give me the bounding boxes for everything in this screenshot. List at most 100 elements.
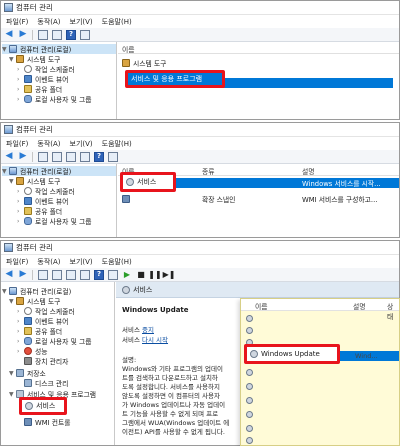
tree-item-shared-folders[interactable]: › 공유 폴더 (17, 206, 62, 216)
expand-icon[interactable]: › (17, 348, 24, 355)
callout-services[interactable]: 서비스 (120, 172, 176, 192)
expand-icon[interactable]: › (17, 198, 24, 205)
show-action-pane-icon[interactable] (108, 151, 118, 162)
tree-item-task-scheduler[interactable]: › 작업 스케줄러 (17, 64, 75, 74)
expand-icon[interactable]: › (17, 318, 24, 325)
tree-item-device-manager[interactable]: 장치 관리자 (24, 356, 68, 366)
back-arrow-icon[interactable]: ◀ (4, 30, 14, 40)
expand-icon[interactable]: › (17, 96, 24, 103)
forward-arrow-icon[interactable]: ▶ (18, 270, 28, 280)
column-description-header[interactable]: 설명 (302, 166, 315, 176)
expand-icon[interactable]: › (17, 218, 24, 225)
show-action-pane-icon[interactable] (80, 29, 90, 40)
stop-service-icon[interactable]: ■ (136, 270, 146, 280)
menu-help[interactable]: 도움말(H) (102, 17, 132, 27)
export-list-icon[interactable] (80, 269, 90, 280)
tree-item-system-tools[interactable]: ▼ 시스템 도구 (9, 176, 60, 186)
tree-item-local-users[interactable]: › 로컬 사용자 및 그룹 (17, 94, 92, 104)
tree-item-task-scheduler[interactable]: › 작업 스케줄러 (17, 186, 75, 196)
tree-item-event-viewer[interactable]: › 이벤트 뷰어 (17, 74, 68, 84)
service-gear-icon[interactable] (246, 411, 253, 418)
collapse-icon[interactable]: ▼ (9, 298, 16, 305)
collapse-icon[interactable]: ▼ (2, 288, 9, 295)
tree-item-event-viewer[interactable]: › 이벤트 뷰어 (17, 316, 68, 326)
tree-item-shared-folders[interactable]: › 공유 폴더 (17, 326, 62, 336)
export-list-icon[interactable] (52, 29, 62, 40)
start-service-icon[interactable]: ▶ (122, 270, 132, 280)
tree-item-root[interactable]: ▼ 컴퓨터 관리(로컬) (2, 44, 116, 54)
collapse-icon[interactable]: ▼ (9, 178, 16, 185)
back-arrow-icon[interactable]: ◀ (4, 152, 14, 162)
forward-arrow-icon[interactable]: ▶ (18, 152, 28, 162)
menu-action[interactable]: 동작(A) (37, 257, 60, 267)
menu-file[interactable]: 파일(F) (6, 139, 28, 149)
menu-action[interactable]: 동작(A) (37, 17, 60, 27)
collapse-icon[interactable]: ▼ (9, 391, 16, 398)
expand-icon[interactable]: › (17, 208, 24, 215)
menu-action[interactable]: 동작(A) (37, 139, 60, 149)
console-tree-icon[interactable] (52, 151, 62, 162)
up-one-level-icon[interactable] (38, 151, 48, 162)
collapse-icon[interactable]: ▼ (2, 168, 9, 175)
console-tree-icon[interactable] (52, 269, 62, 280)
tree-item-root[interactable]: ▼ 컴퓨터 관리(로컬) (2, 166, 116, 176)
tree-item-local-users[interactable]: › 로컬 사용자 및 그룹 (17, 336, 92, 346)
back-arrow-icon[interactable]: ◀ (4, 270, 14, 280)
collapse-icon[interactable]: ▼ (9, 56, 16, 63)
expand-icon[interactable]: › (17, 86, 24, 93)
list-item-system-tools[interactable]: 시스템 도구 (122, 58, 166, 68)
forward-arrow-icon[interactable]: ▶ (18, 30, 28, 40)
column-type-header[interactable]: 종류 (202, 166, 215, 176)
menu-view[interactable]: 보기(V) (70, 139, 93, 149)
service-gear-icon[interactable] (246, 397, 253, 404)
column-status-header[interactable]: 상태 (387, 301, 399, 321)
help-icon[interactable]: ? (66, 29, 76, 40)
expand-icon[interactable]: › (17, 328, 24, 335)
pause-service-icon[interactable]: ❚❚ (148, 270, 161, 280)
expand-icon[interactable]: › (17, 188, 24, 195)
restart-service-link[interactable]: 다시 시작 (142, 336, 168, 344)
tree-item-system-tools[interactable]: ▼ 시스템 도구 (9, 296, 60, 306)
collapse-icon[interactable]: ▼ (2, 46, 9, 53)
tree-item-task-scheduler[interactable]: › 작업 스케줄러 (17, 306, 75, 316)
stop-service-link[interactable]: 중지 (142, 326, 154, 334)
tree-item-event-viewer[interactable]: › 이벤트 뷰어 (17, 196, 68, 206)
expand-icon[interactable]: › (17, 338, 24, 345)
column-name-header[interactable]: 이름 (255, 301, 268, 311)
tree-item-local-users[interactable]: › 로컬 사용자 및 그룹 (17, 216, 92, 226)
menu-view[interactable]: 보기(V) (70, 17, 93, 27)
menu-file[interactable]: 파일(F) (6, 257, 28, 267)
service-gear-icon[interactable] (246, 315, 253, 322)
tree-item-performance[interactable]: › 성능 (17, 346, 48, 356)
up-one-level-icon[interactable] (38, 269, 48, 280)
column-description-header[interactable]: 설명 (353, 301, 366, 311)
service-gear-icon[interactable] (246, 327, 253, 334)
service-gear-icon[interactable] (246, 437, 253, 444)
menu-view[interactable]: 보기(V) (70, 257, 93, 267)
expand-icon[interactable]: › (17, 76, 24, 83)
expand-icon[interactable]: › (17, 66, 24, 73)
console-tree-icon[interactable] (38, 29, 48, 40)
collapse-icon[interactable]: ▼ (9, 370, 16, 377)
tree-item-storage[interactable]: ▼ 저장소 (9, 368, 46, 378)
menu-file[interactable]: 파일(F) (6, 17, 28, 27)
restart-service-icon[interactable]: ▶❚ (163, 270, 176, 280)
expand-icon[interactable]: › (17, 308, 24, 315)
refresh-icon[interactable] (66, 269, 76, 280)
column-name-header[interactable]: 이름 (122, 44, 135, 54)
menu-help[interactable]: 도움말(H) (102, 139, 132, 149)
show-action-pane-icon[interactable] (108, 269, 118, 280)
tree-item-disk-management[interactable]: 디스크 관리 (24, 378, 68, 388)
callout-services-and-applications[interactable]: 서비스 및 응용 프로그램 (125, 70, 225, 88)
menu-help[interactable]: 도움말(H) (102, 257, 132, 267)
help-icon[interactable]: ? (94, 151, 104, 162)
service-gear-icon[interactable] (246, 369, 253, 376)
properties-icon[interactable] (80, 151, 90, 162)
tree-item-system-tools[interactable]: ▼ 시스템 도구 (9, 54, 60, 64)
service-gear-icon[interactable] (246, 425, 253, 432)
tree-item-wmi-control[interactable]: WMI 컨트롤 (24, 417, 71, 427)
tree-item-shared-folders[interactable]: › 공유 폴더 (17, 84, 62, 94)
callout-windows-update[interactable]: Windows Update (244, 344, 340, 364)
export-list-icon[interactable] (66, 151, 76, 162)
callout-services-tree[interactable]: 서비스 (19, 397, 67, 415)
